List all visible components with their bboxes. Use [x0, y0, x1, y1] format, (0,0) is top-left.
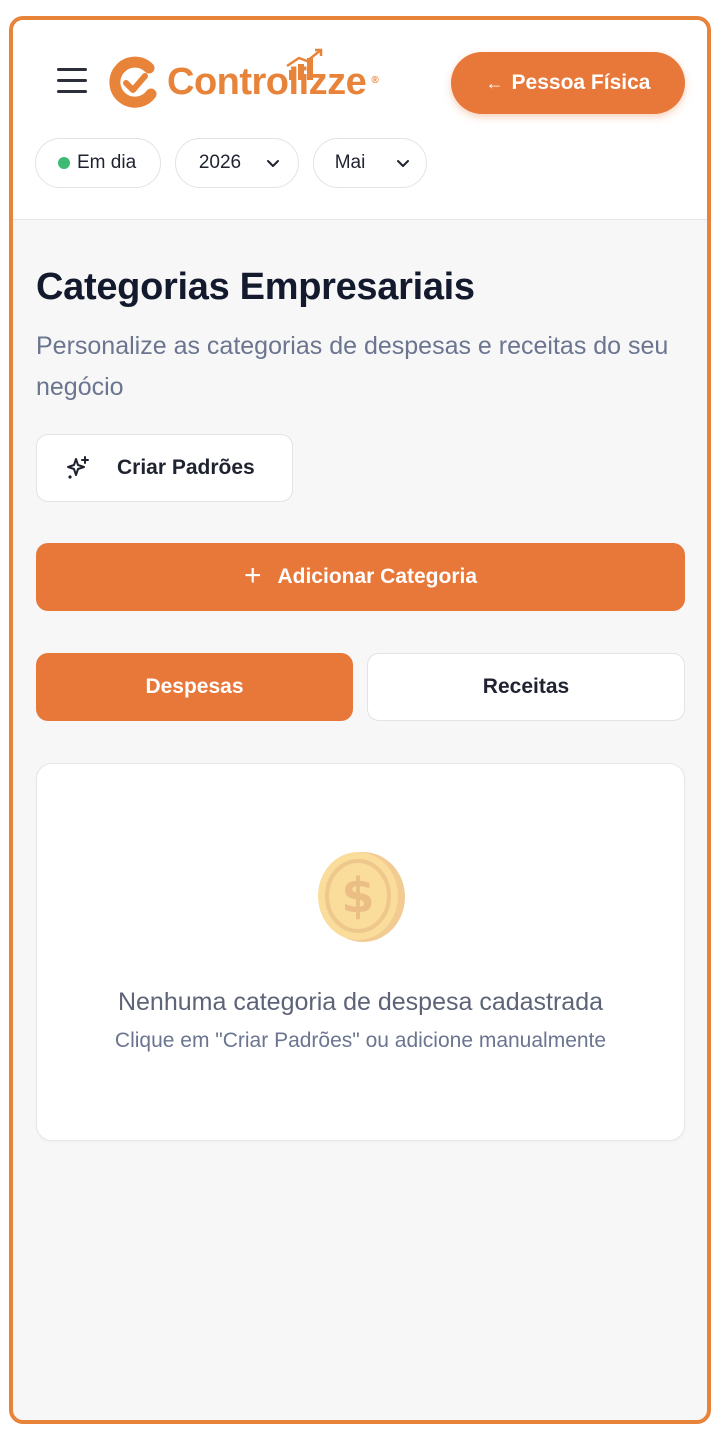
page-title: Categorias Empresariais	[36, 266, 475, 308]
coin-dollar-icon: $	[318, 852, 405, 942]
year-select[interactable]: 2026	[175, 138, 299, 188]
create-defaults-label: Criar Padrões	[117, 456, 255, 479]
status-dot-icon	[58, 157, 70, 169]
app-frame: Controlizze ® ← Pessoa Física Em dia 202…	[9, 16, 711, 1424]
hamburger-menu-icon[interactable]	[57, 68, 89, 96]
empty-state-hint: Clique em "Criar Padrões" ou adicione ma…	[114, 1029, 607, 1052]
page-subtitle: Personalize as categorias de despesas e …	[36, 332, 669, 401]
tab-expenses-label: Despesas	[145, 675, 244, 698]
top-header: Controlizze ® ← Pessoa Física Em dia 202…	[13, 20, 707, 220]
create-defaults-button[interactable]: Criar Padrões	[36, 434, 293, 502]
svg-text:$: $	[341, 868, 374, 924]
registered-mark: ®	[371, 74, 379, 86]
add-category-button[interactable]: + Adicionar Categoria	[36, 543, 685, 611]
tab-income[interactable]: Receitas	[367, 653, 685, 721]
plus-icon: +	[243, 558, 262, 592]
brand-name: Controlizze ®	[167, 60, 379, 103]
sparkles-icon	[67, 456, 89, 479]
status-chip[interactable]: Em dia	[35, 138, 161, 188]
year-value: 2026	[198, 152, 242, 173]
arrow-left-icon: ←	[485, 72, 504, 93]
brand-logo[interactable]: Controlizze ®	[109, 48, 379, 110]
add-category-label: Adicionar Categoria	[277, 565, 478, 588]
month-select[interactable]: Mai	[313, 138, 427, 188]
status-label: Em dia	[77, 152, 137, 173]
empty-state-title: Nenhuma categoria de despesa cadastrada	[117, 988, 604, 1016]
switch-button-label: Pessoa Física	[511, 71, 651, 94]
filter-chips: Em dia 2026 Mai	[35, 138, 427, 188]
tab-income-label: Receitas	[482, 675, 570, 698]
chevron-down-icon	[397, 160, 410, 167]
month-value: Mai	[334, 152, 366, 173]
empty-state-card: $ Nenhuma categoria de despesa cadastrad…	[36, 763, 685, 1141]
logo-growth-chart-icon	[286, 48, 323, 80]
chevron-down-icon	[267, 160, 280, 167]
switch-to-personal-button[interactable]: ← Pessoa Física	[451, 52, 685, 114]
logo-check-icon	[109, 56, 157, 108]
tab-expenses[interactable]: Despesas	[36, 653, 353, 721]
